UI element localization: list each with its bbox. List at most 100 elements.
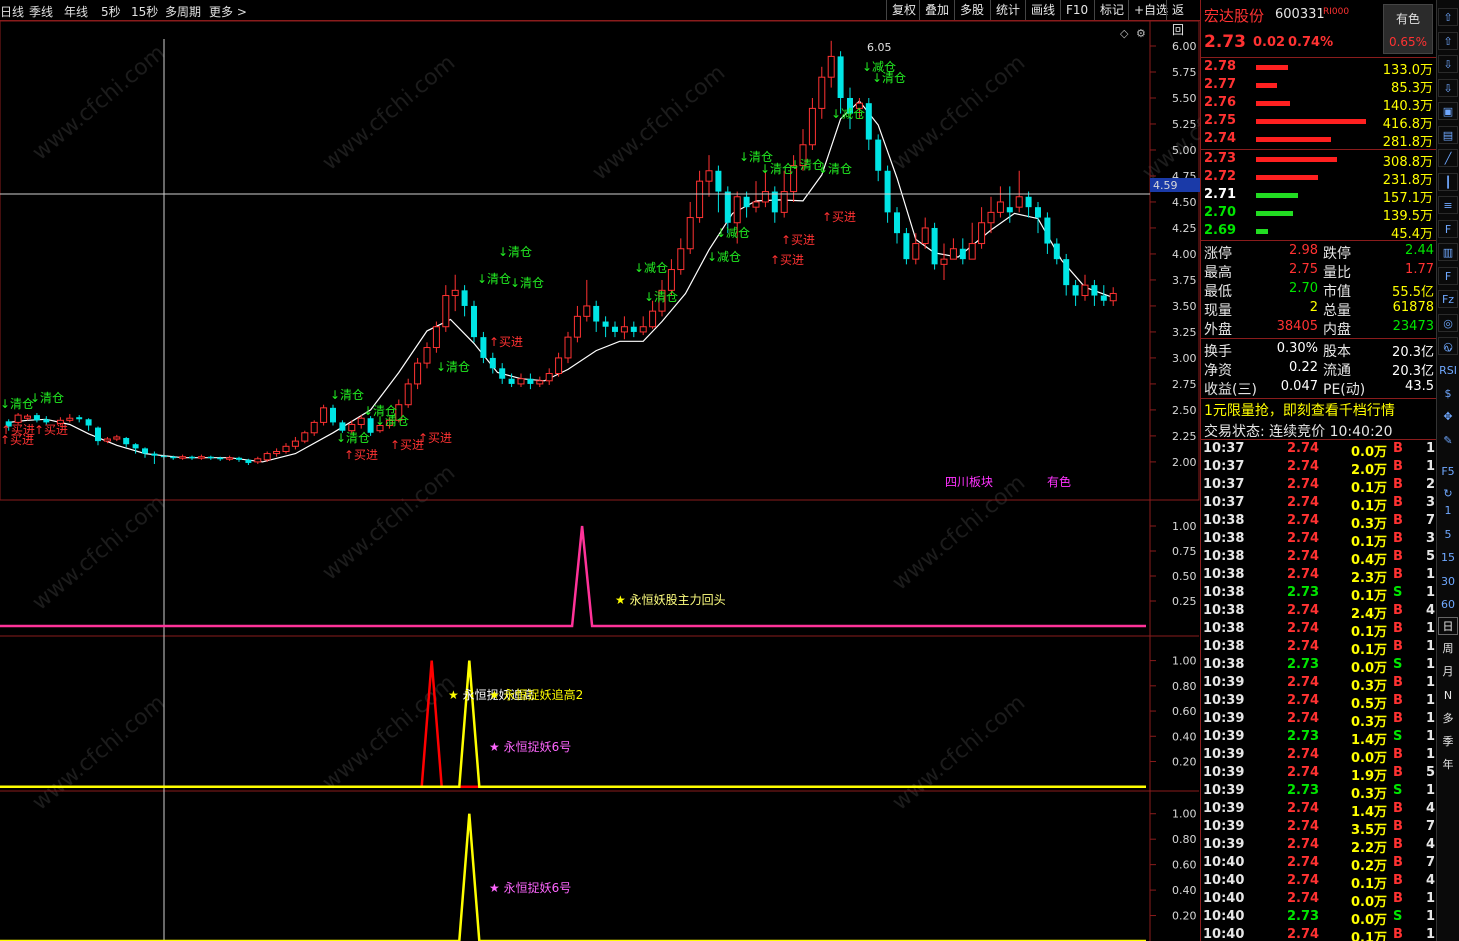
period-daily[interactable]: 日线	[0, 3, 24, 20]
candle-7	[76, 415, 83, 423]
candle-79	[752, 181, 760, 213]
mark-button[interactable]: 标记	[1094, 0, 1129, 20]
minute-chart-icon[interactable]: ╱	[1438, 149, 1458, 167]
tick-row-16: 10:39 2.73 1.4万 S 1	[1203, 729, 1435, 748]
period-15s[interactable]: 15秒	[131, 3, 158, 20]
candle-29	[282, 443, 290, 454]
stat-value-1a: 2.75	[1289, 262, 1318, 277]
period-more[interactable]: 更多 >	[209, 3, 247, 20]
candle-115	[1091, 279, 1098, 306]
side-tool-7[interactable]: 月	[1438, 663, 1458, 681]
window-icon[interactable]: ▣	[1438, 102, 1458, 120]
side-tool-10[interactable]: 季	[1438, 733, 1458, 751]
draw-line-button[interactable]: 画线	[1025, 0, 1060, 20]
f10-button[interactable]: F10	[1060, 0, 1093, 20]
candle-32	[310, 420, 318, 436]
p2-tick-label-3: 0.80	[1172, 680, 1197, 693]
ask-3[interactable]: 2.75 416.8万	[1201, 113, 1437, 132]
kline-icon[interactable]: ┃	[1438, 172, 1458, 191]
side-tool-5[interactable]: 日	[1438, 617, 1458, 635]
promo-banner[interactable]: 1元限量抢，即刻查看千档行情	[1201, 400, 1437, 419]
overlay-button[interactable]: 叠加	[919, 0, 954, 20]
multi-stock-button[interactable]: 多股	[954, 0, 989, 20]
ask-0-volume: 133.0万	[1382, 63, 1433, 78]
bid-2[interactable]: 2.71 157.1万	[1201, 187, 1437, 206]
side-tool-1[interactable]: 5	[1438, 526, 1458, 544]
side-tool-8[interactable]: N	[1438, 687, 1458, 705]
period-yearly[interactable]: 年线	[64, 3, 88, 20]
ask-4[interactable]: 2.74 281.8万	[1201, 131, 1437, 150]
tick-row-23: 10:40 2.74 0.2万 B 7	[1203, 855, 1435, 874]
stock-flag: RI000	[1323, 7, 1350, 17]
refresh-icon[interactable]: ↻	[1438, 485, 1458, 503]
restore-rights-button[interactable]: 复权	[886, 0, 921, 20]
side-tool-6[interactable]: 周	[1438, 640, 1458, 658]
pen-icon[interactable]: ✎	[1438, 432, 1458, 450]
ask-0[interactable]: 2.78 133.0万	[1201, 59, 1437, 78]
up-outline-icon[interactable]: ⇧	[1438, 31, 1458, 50]
app-window: 日线 季线 年线 5秒 15秒 多周期 更多 > 复权 叠加 多股 统计 画线 …	[0, 0, 1459, 941]
f10-icon[interactable]: F	[1438, 219, 1458, 238]
period-quarterly[interactable]: 季线	[29, 3, 53, 20]
stat-label-6a: 净资	[1204, 363, 1232, 379]
ask-2[interactable]: 2.76 140.3万	[1201, 95, 1437, 114]
side-tool-0[interactable]: 1	[1438, 502, 1458, 520]
ask-2-volume: 140.3万	[1382, 99, 1433, 114]
bid-0[interactable]: 2.73 308.8万	[1201, 151, 1437, 170]
bid-1[interactable]: 2.72 231.8万	[1201, 169, 1437, 188]
sector-tag-sichuan[interactable]: 四川板块	[945, 475, 993, 489]
candle-109	[1035, 201, 1041, 234]
tick-row-21: 10:39 2.74 3.5万 B 7	[1203, 819, 1435, 838]
signal-label-25: ↑买进	[770, 253, 804, 267]
bid-3[interactable]: 2.70 139.5万	[1201, 205, 1437, 224]
tick-row-9: 10:38 2.74 2.4万 B 4	[1203, 603, 1435, 622]
stat-label-4b: 内盘	[1323, 322, 1351, 338]
signal-label-22: ↓清仓	[760, 162, 794, 176]
candle-72	[686, 201, 694, 254]
side-tool-9[interactable]: 多	[1438, 710, 1458, 728]
down-arrow-icon[interactable]: ⇩	[1438, 78, 1458, 97]
down-outline-icon[interactable]: ⇩	[1438, 55, 1458, 73]
side-tool-3[interactable]: 30	[1438, 573, 1458, 591]
ask-4-bar	[1256, 137, 1331, 142]
p2-tick-label-2: 0.60	[1172, 705, 1197, 718]
side-tool-11[interactable]: 年	[1438, 756, 1458, 774]
bid-4[interactable]: 2.69 45.4万	[1201, 223, 1437, 242]
main-panel-frame	[0, 21, 1200, 501]
ask-1-volume: 85.3万	[1391, 81, 1433, 96]
list-icon[interactable]: ≡	[1438, 196, 1458, 214]
sector-tag-metals[interactable]: 有色	[1047, 475, 1071, 489]
stat-value-0b: 2.44	[1405, 243, 1434, 258]
tick-row-8: 10:38 2.73 0.1万 S 1	[1203, 585, 1435, 604]
stat-value-4b: 23473	[1392, 319, 1434, 334]
side-tool-4[interactable]: 60	[1438, 596, 1458, 614]
diamond-icon[interactable]: ◇	[1120, 27, 1129, 40]
candle-20	[197, 454, 205, 460]
side-tool-2[interactable]: 15	[1438, 549, 1458, 567]
period-multi[interactable]: 多周期	[165, 3, 201, 20]
signal-label-12: ↓清仓	[436, 360, 470, 374]
rsi-icon[interactable]: RSI	[1438, 362, 1458, 380]
table-icon[interactable]: ▤	[1438, 125, 1458, 144]
fiz-icon[interactable]: Fz	[1438, 290, 1458, 308]
f10-info-icon[interactable]: F	[1438, 266, 1458, 285]
kline-chart-area[interactable]: www.cfchi.com www.cfchi.com www.cfchi.com w…	[0, 21, 1200, 941]
period-5s[interactable]: 5秒	[101, 3, 121, 20]
stat-value-2a: 2.70	[1289, 281, 1318, 296]
up-arrow-icon[interactable]: ⇧	[1438, 8, 1458, 26]
back-button[interactable]: 返回	[1166, 0, 1200, 37]
stats-button[interactable]: 统计	[990, 0, 1025, 20]
tick-row-4: 10:38 2.74 0.3万 B 7	[1203, 513, 1435, 532]
f5-icon[interactable]: F5	[1438, 463, 1458, 481]
side-toolbar: ⇧ ⇧ ⇩ ⇩ ▣ ▤ ╱ ┃ ≡ F ▥ F Fz ◎ ○ ∿ RSI $ ✥ ✎ F5 ↻ 1 5 15 30 60 日周月 N 多季…	[1436, 0, 1459, 941]
money-icon[interactable]: $	[1438, 385, 1458, 403]
candle-61	[583, 279, 591, 322]
move-icon[interactable]: ✥	[1438, 408, 1458, 426]
chart-icon[interactable]: ▥	[1438, 243, 1458, 261]
gear-circle-icon[interactable]: ◎	[1438, 313, 1458, 332]
tick-row-24: 10:40 2.74 0.1万 B 4	[1203, 873, 1435, 892]
candle-106	[1006, 186, 1013, 223]
settings-icon[interactable]: ⚙	[1136, 27, 1146, 40]
macd-icon[interactable]: ∿	[1438, 340, 1458, 358]
ask-1[interactable]: 2.77 85.3万	[1201, 77, 1437, 96]
